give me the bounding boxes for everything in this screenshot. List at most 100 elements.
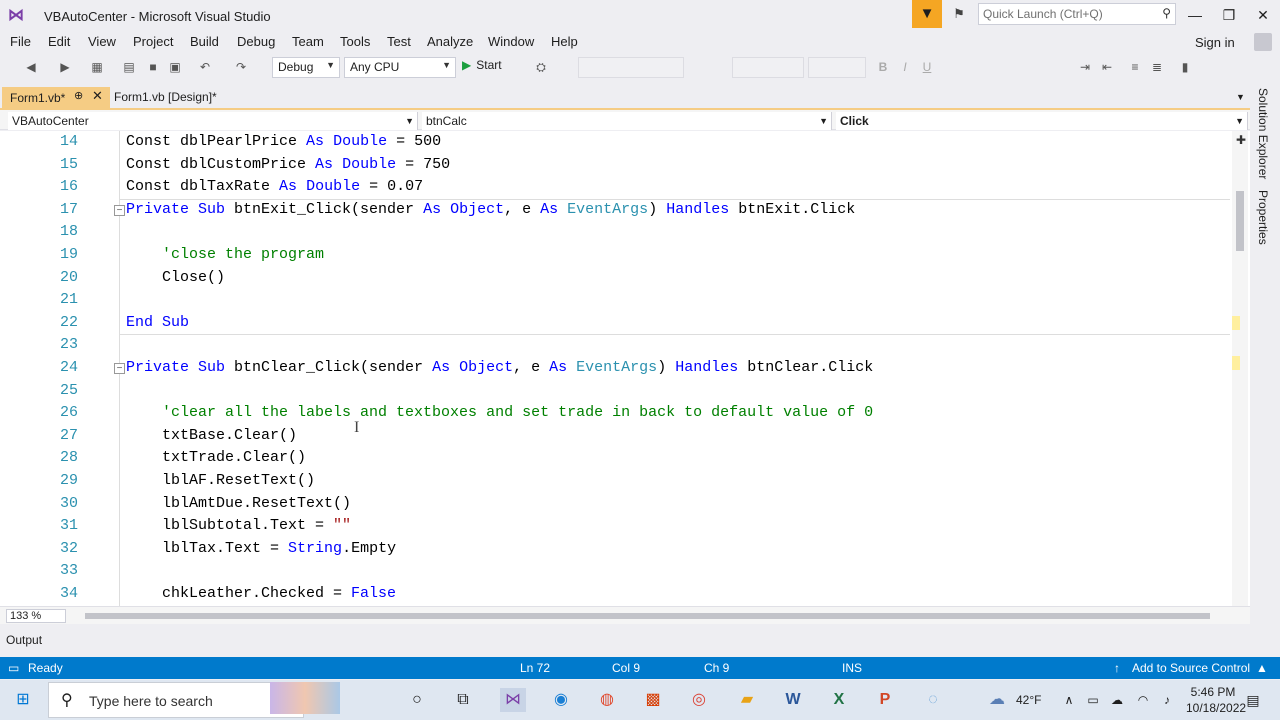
task-view-icon[interactable]: ⧉	[450, 688, 476, 712]
scroll-thumb[interactable]	[1236, 191, 1244, 251]
solution-explorer-tab[interactable]: Solution Explorer	[1256, 88, 1270, 179]
code-line[interactable]: 18	[0, 221, 1230, 243]
menu-tools[interactable]: Tools	[340, 34, 370, 49]
menu-test[interactable]: Test	[387, 34, 411, 49]
code-line[interactable]: 27 txtBase.Clear()	[0, 425, 1230, 447]
horizontal-scrollbar[interactable]: 133 %	[0, 606, 1250, 624]
outdent-icon[interactable]: ⇤	[1098, 58, 1116, 76]
tab-list-chevron-icon[interactable]: ▼	[1236, 92, 1245, 102]
event-combo[interactable]: Click ▼	[836, 112, 1248, 130]
save-all-icon[interactable]: ▣	[166, 58, 184, 76]
feedback-icon[interactable]: ⚑	[948, 4, 970, 24]
redo-icon[interactable]: ↷	[232, 58, 250, 76]
output-panel-tab[interactable]: Output	[0, 630, 1280, 652]
menu-edit[interactable]: Edit	[48, 34, 70, 49]
line-number: 16	[59, 178, 78, 196]
code-line[interactable]: 25	[0, 380, 1230, 402]
menu-build[interactable]: Build	[190, 34, 219, 49]
tab-form1-design[interactable]: Form1.vb [Design]*	[114, 90, 217, 104]
code-line[interactable]: 28 txtTrade.Clear()	[0, 447, 1230, 469]
edge-icon[interactable]: ◉	[548, 688, 574, 712]
cloud-icon[interactable]: ☁	[1104, 688, 1130, 712]
network-icon[interactable]: ▭	[1080, 688, 1106, 712]
windows-start-icon[interactable]: ⊞	[10, 688, 36, 712]
code-line[interactable]: 30 lblAmtDue.ResetText()	[0, 493, 1230, 515]
project-combo[interactable]: VBAutoCenter ▼	[8, 112, 418, 130]
clock[interactable]: 5:46 PM 10/18/2022	[1186, 684, 1246, 716]
save-icon[interactable]: ■	[144, 58, 162, 76]
code-line[interactable]: 22 End Sub	[0, 312, 1230, 334]
menu-window[interactable]: Window	[488, 34, 534, 49]
code-line[interactable]: 32 lblTax.Text = String.Empty	[0, 538, 1230, 560]
code-line[interactable]: 31 lblSubtotal.Text = ""	[0, 515, 1230, 537]
code-line[interactable]: 20 Close()	[0, 267, 1230, 289]
sign-in-link[interactable]: Sign in	[1195, 35, 1235, 50]
close-button[interactable]: ✕	[1246, 4, 1280, 26]
vertical-scrollbar[interactable]	[1232, 131, 1248, 606]
navigate-back-icon[interactable]: ◀	[22, 58, 40, 76]
quick-launch-input[interactable]: Quick Launch (Ctrl+Q) ⚲	[978, 3, 1176, 25]
menu-analyze[interactable]: Analyze	[427, 34, 473, 49]
powerpoint-icon[interactable]: P	[872, 688, 898, 712]
tray-chevron-icon[interactable]: ∧	[1056, 688, 1082, 712]
visual-studio-taskbar-icon[interactable]: ⋈	[500, 688, 526, 712]
code-line[interactable]: 14 Const dblPearlPrice As Double = 500	[0, 131, 1230, 153]
account-icon[interactable]	[1254, 33, 1272, 51]
code-line[interactable]: 34 chkLeather.Checked = False	[0, 583, 1230, 605]
new-project-icon[interactable]: ▦	[88, 58, 106, 76]
properties-tab[interactable]: Properties	[1256, 190, 1270, 245]
add-to-source-control[interactable]: Add to Source Control	[1132, 661, 1250, 675]
code-line[interactable]: 23	[0, 334, 1230, 356]
open-file-icon[interactable]: ▤	[120, 58, 138, 76]
menu-help[interactable]: Help	[551, 34, 578, 49]
platform-select[interactable]: Any CPU ▼	[344, 57, 456, 78]
code-line[interactable]: 33	[0, 560, 1230, 582]
code-line[interactable]: 19 'close the program	[0, 244, 1230, 266]
pin-icon[interactable]: ⊕	[74, 89, 83, 102]
menu-file[interactable]: File	[10, 34, 31, 49]
split-window-icon[interactable]: ✚	[1236, 133, 1246, 147]
zoom-select[interactable]: 133 %	[6, 609, 66, 623]
code-editor[interactable]: 14 Const dblPearlPrice As Double = 500 15…	[0, 131, 1250, 606]
notifications-icon[interactable]: ▤	[1240, 688, 1266, 712]
recorder-icon[interactable]: ◌	[920, 688, 946, 712]
code-line[interactable]: 16 Const dblTaxRate As Double = 0.07	[0, 176, 1230, 198]
underline-icon: U	[922, 60, 932, 74]
bookmark-icon[interactable]: ▮	[1176, 58, 1194, 76]
close-icon[interactable]: ✕	[92, 88, 103, 104]
notification-filter-icon[interactable]: ▼	[912, 0, 942, 28]
wifi-icon[interactable]: ◠	[1130, 688, 1156, 712]
code-line[interactable]: 15 Const dblCustomPrice As Double = 750	[0, 154, 1230, 176]
menu-project[interactable]: Project	[133, 34, 173, 49]
configuration-select[interactable]: Debug ▼	[272, 57, 340, 78]
word-icon[interactable]: W	[780, 688, 806, 712]
menu-view[interactable]: View	[88, 34, 116, 49]
taskbar-search[interactable]: ⚲ Type here to search	[48, 682, 304, 718]
undo-icon[interactable]: ↶	[196, 58, 214, 76]
volume-icon[interactable]: ♪	[1154, 688, 1180, 712]
cortana-icon[interactable]: ○	[404, 688, 430, 712]
minimize-button[interactable]: —	[1178, 4, 1212, 26]
object-combo[interactable]: btnCalc ▼	[422, 112, 832, 130]
chrome-alt-icon[interactable]: ◍	[594, 688, 620, 712]
code-line[interactable]: 21	[0, 289, 1230, 311]
code-line[interactable]: 17− Private Sub btnExit_Click(sender As …	[0, 199, 1230, 221]
navigate-forward-icon[interactable]: ▶	[56, 58, 74, 76]
menu-debug[interactable]: Debug	[237, 34, 275, 49]
office-icon[interactable]: ▩	[640, 688, 666, 712]
comment-icon[interactable]: ≡	[1126, 58, 1144, 76]
uncomment-icon[interactable]: ≣	[1148, 58, 1166, 76]
menu-team[interactable]: Team	[292, 34, 324, 49]
scroll-thumb[interactable]	[85, 613, 1210, 619]
start-button[interactable]: ▶ Start	[462, 58, 502, 72]
code-line[interactable]: 24− Private Sub btnClear_Click(sender As…	[0, 357, 1230, 379]
maximize-button[interactable]: ❐	[1212, 4, 1246, 26]
file-explorer-icon[interactable]: ▰	[734, 688, 760, 712]
code-line[interactable]: 29 lblAF.ResetText()	[0, 470, 1230, 492]
attach-icon[interactable]: ⛭	[532, 58, 550, 76]
chrome-icon[interactable]: ◎	[686, 688, 712, 712]
weather-icon[interactable]: ☁	[984, 688, 1010, 712]
code-line[interactable]: 26 'clear all the labels and textboxes a…	[0, 402, 1230, 424]
indent-icon[interactable]: ⇥	[1076, 58, 1094, 76]
excel-icon[interactable]: X	[826, 688, 852, 712]
